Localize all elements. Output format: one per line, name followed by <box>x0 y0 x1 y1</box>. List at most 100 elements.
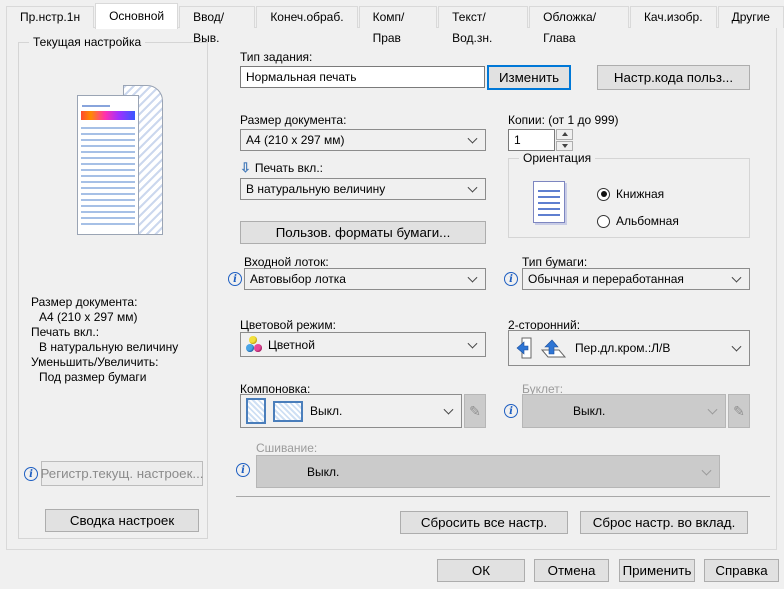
job-type-value: Нормальная печать <box>246 70 357 84</box>
color-mode-label: Цветовой режим: <box>240 318 336 332</box>
current-settings-title: Текущая настройка <box>29 35 145 49</box>
chevron-down-icon <box>732 342 742 352</box>
chevron-down-icon <box>444 405 454 415</box>
chevron-down-icon <box>468 134 478 144</box>
tab-other[interactable]: Другие <box>718 6 784 28</box>
tab-text-watermark[interactable]: Текст/Вод.зн. <box>438 6 528 28</box>
print-on-value: В натуральную величину <box>246 182 385 196</box>
summary-print-on-value: В натуральную величину <box>31 340 203 355</box>
paper-type-label: Тип бумаги: <box>522 255 587 269</box>
paper-type-value: Обычная и переработанная <box>528 272 684 286</box>
down-arrow-icon: ⇩ <box>240 160 251 176</box>
apply-button[interactable]: Применить <box>619 559 695 582</box>
layout-select[interactable]: Выкл. <box>240 394 462 428</box>
cancel-button[interactable]: Отмена <box>534 559 609 582</box>
reset-all-settings-button[interactable]: Сбросить все настр. <box>400 511 568 534</box>
duplex-tray-icon <box>539 337 567 359</box>
copies-value: 1 <box>514 133 521 147</box>
register-current-settings-button[interactable]: Регистр.текущ. настроек... <box>41 461 203 486</box>
pencil-icon: ✎ <box>469 403 481 420</box>
tab-cover-chapter[interactable]: Обложка/Глава <box>529 6 629 28</box>
color-mode-value: Цветной <box>268 338 315 352</box>
radio-unselected-icon <box>597 215 610 228</box>
booklet-select[interactable]: Выкл. <box>522 394 726 428</box>
copies-label: Копии: (от 1 до 999) <box>508 113 619 127</box>
tab-basic[interactable]: Основной <box>95 3 178 29</box>
duplex-select[interactable]: Пер.дл.кром.:Л/В <box>508 330 750 366</box>
summary-scale-value: Под размер бумаги <box>31 370 203 385</box>
reset-tab-settings-button[interactable]: Сброс настр. во вклад. <box>580 511 748 534</box>
tab-layout-edit[interactable]: Комп/Прав <box>359 6 438 28</box>
info-icon[interactable]: i <box>228 272 242 286</box>
portrait-page-lines <box>538 190 560 216</box>
document-size-value: A4 (210 x 297 мм) <box>246 133 345 147</box>
color-mode-select[interactable]: Цветной <box>240 332 486 357</box>
chevron-down-icon <box>708 405 718 415</box>
summary-doc-size-label: Размер документа: <box>31 295 203 310</box>
orientation-portrait-option[interactable]: Книжная <box>597 187 664 201</box>
chevron-down-icon <box>732 273 742 283</box>
portrait-page-icon <box>533 181 565 223</box>
input-tray-select[interactable]: Автовыбор лотка <box>244 268 486 290</box>
document-preview-image <box>77 85 169 237</box>
info-icon[interactable]: i <box>24 467 38 481</box>
info-icon[interactable]: i <box>504 404 518 418</box>
staple-value: Выкл. <box>307 465 339 479</box>
input-tray-label: Входной лоток: <box>244 255 329 269</box>
preview-text-lines <box>81 127 135 229</box>
layout-portrait-icon <box>246 398 266 424</box>
staple-label: Сшивание: <box>256 441 317 455</box>
orientation-portrait-label: Книжная <box>616 187 664 201</box>
job-type-label: Тип задания: <box>240 50 312 64</box>
paper-type-select[interactable]: Обычная и переработанная <box>522 268 750 290</box>
info-icon[interactable]: i <box>504 272 518 286</box>
color-mode-icon <box>246 336 262 353</box>
orientation-landscape-label: Альбомная <box>616 214 679 228</box>
layout-value: Выкл. <box>310 404 342 418</box>
duplex-flip-icon <box>514 336 534 360</box>
layout-edit-button[interactable]: ✎ <box>464 394 486 428</box>
booklet-value: Выкл. <box>573 404 605 418</box>
job-type-change-button[interactable]: Изменить <box>487 65 571 90</box>
layout-landscape-icon <box>273 401 303 422</box>
input-tray-value: Автовыбор лотка <box>250 272 346 286</box>
chevron-down-icon <box>468 273 478 283</box>
spinner-down-icon <box>562 144 568 148</box>
preview-title-line <box>82 105 110 107</box>
custom-paper-sizes-button[interactable]: Пользов. форматы бумаги... <box>240 221 486 244</box>
ok-button[interactable]: ОК <box>437 559 525 582</box>
orientation-landscape-option[interactable]: Альбомная <box>597 214 679 228</box>
tab-input-output[interactable]: Ввод/Выв. <box>179 6 255 28</box>
settings-summary-button[interactable]: Сводка настроек <box>45 509 199 532</box>
orientation-group: Ориентация Книжная Альбомная <box>508 158 750 238</box>
user-code-settings-button[interactable]: Настр.кода польз... <box>597 65 750 90</box>
radio-selected-icon <box>597 188 610 201</box>
print-on-label: Печать вкл.: <box>255 161 323 175</box>
current-settings-group: Текущая настройка Размер документа: A4 (… <box>18 42 208 539</box>
print-on-label-row: ⇩ Печать вкл.: <box>240 160 323 176</box>
summary-print-on-label: Печать вкл.: <box>31 325 203 340</box>
spinner-up-icon <box>562 132 568 136</box>
chevron-down-icon <box>468 183 478 193</box>
info-icon[interactable]: i <box>236 463 250 477</box>
tab-strip: Пр.нстр.1н Основной Ввод/Выв. Конеч.обра… <box>6 3 784 28</box>
chevron-down-icon <box>468 338 478 348</box>
job-type-field[interactable]: Нормальная печать <box>240 66 485 88</box>
staple-select[interactable]: Выкл. <box>256 455 720 488</box>
copies-decrement-button[interactable] <box>556 141 573 152</box>
preview-rainbow-bar <box>81 111 135 120</box>
copies-increment-button[interactable] <box>556 129 573 140</box>
print-on-select[interactable]: В натуральную величину <box>240 178 486 200</box>
tab-image-quality[interactable]: Кач.изобр. <box>630 6 717 28</box>
preview-front-page <box>77 95 139 235</box>
document-size-label: Размер документа: <box>240 113 346 127</box>
document-size-select[interactable]: A4 (210 x 297 мм) <box>240 129 486 151</box>
booklet-edit-button[interactable]: ✎ <box>728 394 750 428</box>
tab-finishing[interactable]: Конеч.обраб. <box>256 6 357 28</box>
help-button[interactable]: Справка <box>704 559 779 582</box>
separator-line <box>236 496 770 497</box>
copies-stepper: 1 <box>508 129 573 151</box>
tab-device-settings[interactable]: Пр.нстр.1н <box>6 6 94 28</box>
copies-input[interactable]: 1 <box>508 129 555 151</box>
current-settings-summary: Размер документа: A4 (210 x 297 мм) Печа… <box>31 295 203 385</box>
